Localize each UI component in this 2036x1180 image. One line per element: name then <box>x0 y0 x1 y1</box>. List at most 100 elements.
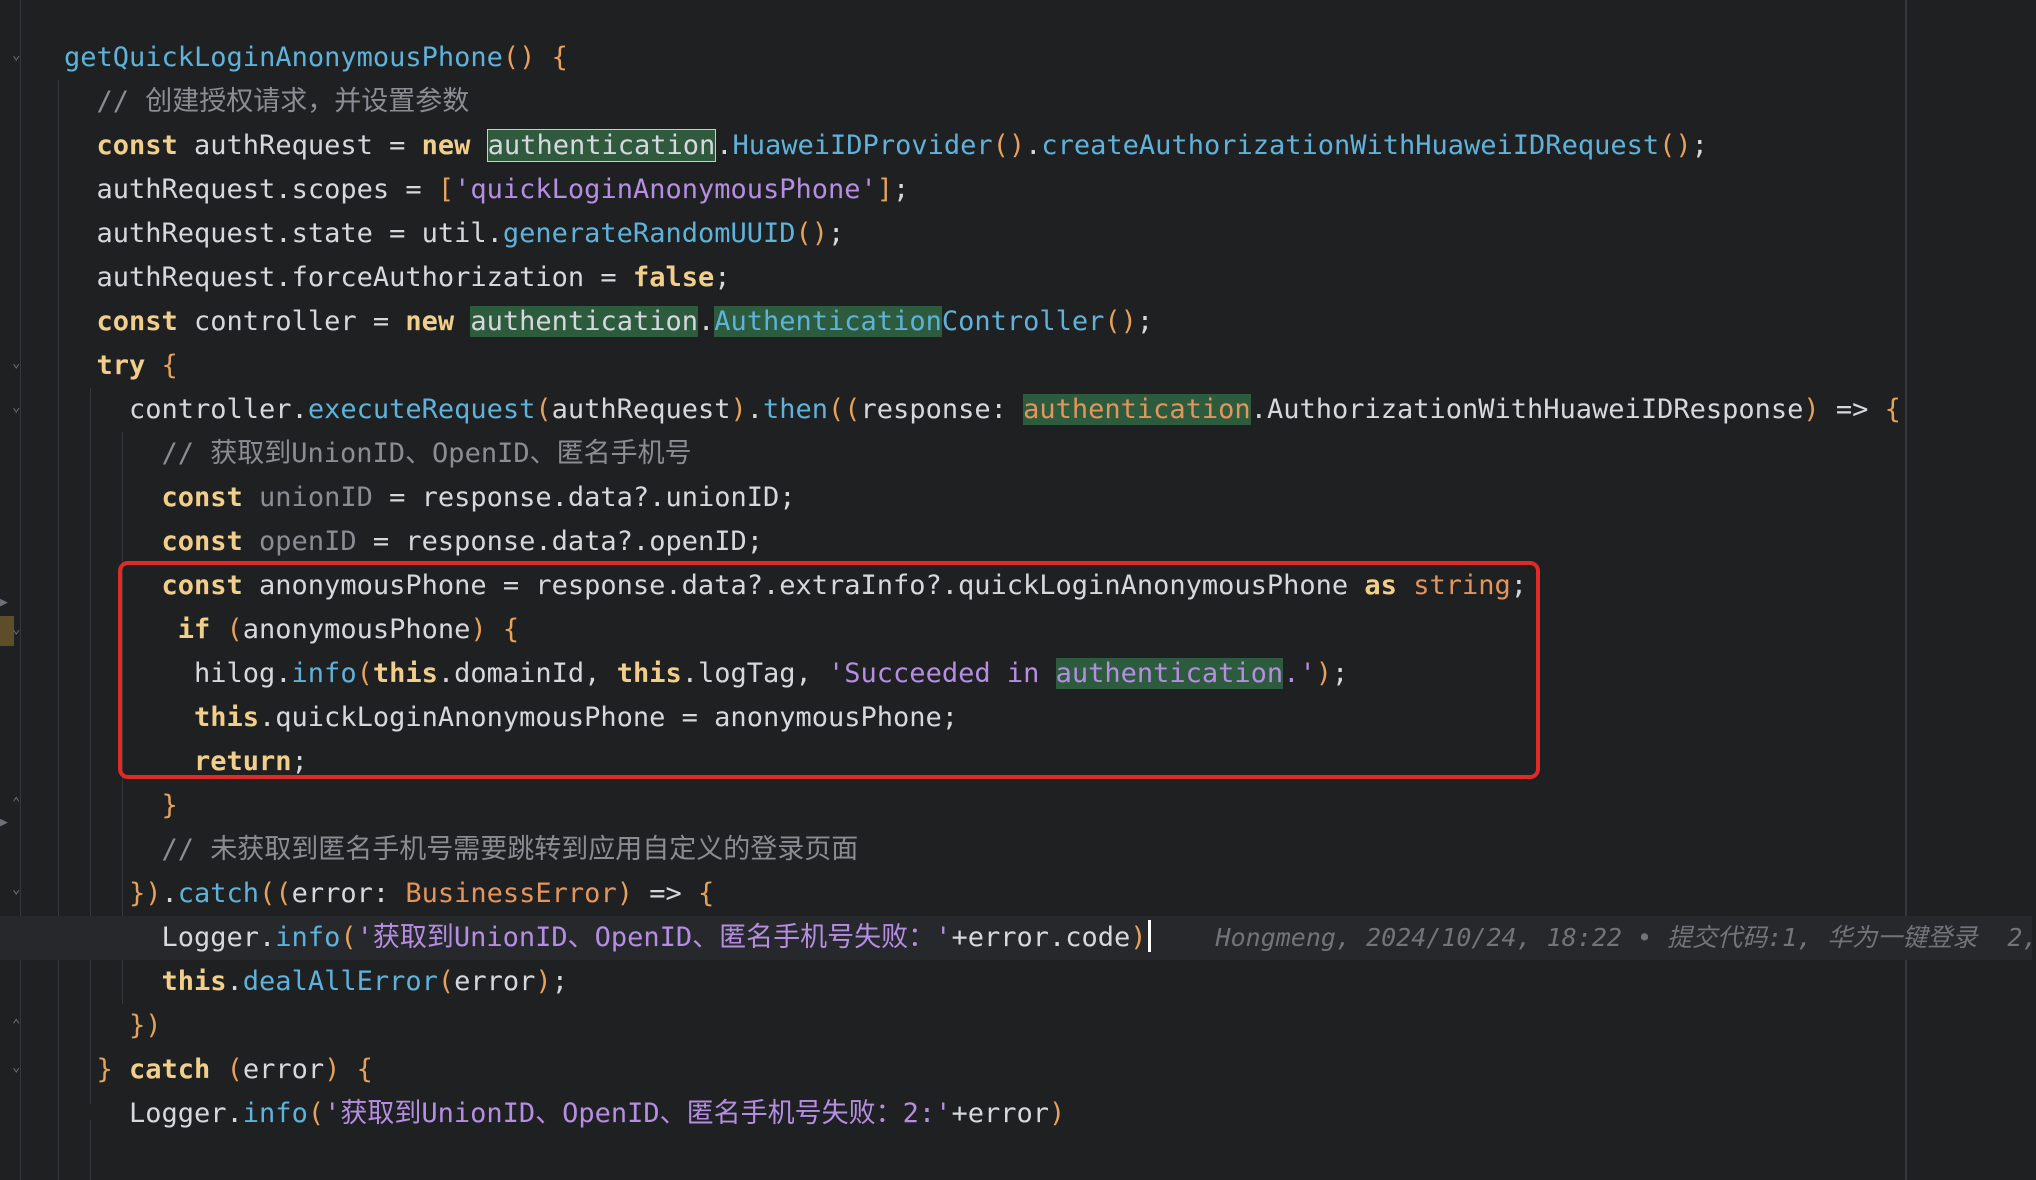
code-line[interactable]: const authRequest = new authentication.H… <box>64 124 1708 168</box>
code-line[interactable]: authRequest.scopes = ['quickLoginAnonymo… <box>64 168 910 212</box>
code-line[interactable]: // 获取到UnionID、OpenID、匿名手机号 <box>64 432 692 476</box>
code-editor[interactable]: ⌄ ⌄ ⌄ ▶ ⌄ ⌃ ▶ ⌄ ▶ ⌃ ⌄ getQuickLoginAnony… <box>0 0 2036 1180</box>
code-token: ) <box>1130 922 1147 953</box>
code-token: ; <box>893 174 910 205</box>
code-token: authentication <box>1023 394 1251 425</box>
code-token: () <box>795 218 829 249</box>
fold-icon[interactable]: ⌄ <box>12 398 28 416</box>
code-line[interactable]: getQuickLoginAnonymousPhone() { <box>64 36 568 80</box>
code-line[interactable]: authRequest.state = util.generateRandomU… <box>64 212 845 256</box>
code-line[interactable]: // 未获取到匿名手机号需要跳转到应用自定义的登录页面 <box>64 828 859 872</box>
code-token: // 创建授权请求，并设置参数 <box>96 86 470 117</box>
code-token: ) <box>535 966 552 997</box>
code-token: ) <box>730 394 747 425</box>
code-token: Authentication <box>714 306 942 337</box>
code-line[interactable]: }).catch((error: BusinessError) => { <box>64 872 714 916</box>
code-token: error <box>454 966 536 997</box>
code-token: ; <box>1691 130 1708 161</box>
code-line[interactable]: const openID = response.data?.openID; <box>64 520 763 564</box>
code-token: . <box>716 130 733 161</box>
code-token: '获取到UnionID、OpenID、匿名手机号失败：' <box>356 922 952 953</box>
code-line[interactable]: const controller = new authentication.Au… <box>64 300 1153 344</box>
code-token: const <box>161 482 243 513</box>
code-token: HuaweiIDProvider <box>732 130 993 161</box>
code-token: authRequest.forceAuthorization = <box>96 262 633 293</box>
code-line[interactable]: const unionID = response.data?.unionID; <box>64 476 796 520</box>
code-token: authentication <box>470 306 698 337</box>
code-token: const <box>96 306 178 337</box>
code-token: new <box>421 130 471 161</box>
fold-icon[interactable]: ⌃ <box>12 794 28 812</box>
code-line[interactable]: authRequest.forceAuthorization = false; <box>64 256 731 300</box>
code-token: unionID <box>259 482 373 513</box>
code-line[interactable]: // 创建授权请求，并设置参数 <box>64 80 470 124</box>
code-token: (( <box>259 878 292 909</box>
fold-icon[interactable]: ⌄ <box>12 1058 28 1076</box>
code-token: ; <box>551 966 568 997</box>
editor-gutter[interactable] <box>0 0 36 1180</box>
code-token: ) <box>616 878 633 909</box>
code-token: authRequest.state = util. <box>96 218 503 249</box>
code-line[interactable]: Logger.info('获取到UnionID、OpenID、匿名手机号失败：'… <box>0 916 2036 960</box>
fold-icon[interactable]: ⌃ <box>12 1016 28 1034</box>
code-token: { <box>161 350 178 381</box>
code-line[interactable]: controller.executeRequest(authRequest).t… <box>64 388 1901 432</box>
fold-icon[interactable]: ⌄ <box>12 46 28 64</box>
code-line[interactable]: }) <box>64 1004 162 1048</box>
code-token: 'quickLoginAnonymousPhone' <box>454 174 877 205</box>
code-token: createAuthorizationWithHuaweiIDRequest <box>1041 130 1660 161</box>
code-token: authRequest <box>551 394 731 425</box>
code-token: BusinessError <box>405 878 617 909</box>
code-token: . <box>697 306 715 337</box>
code-token: () <box>1659 130 1692 161</box>
code-token: Logger. <box>161 922 276 953</box>
code-token: response: <box>860 394 1024 425</box>
code-token: ] <box>876 174 894 205</box>
code-token: ( <box>226 1054 243 1085</box>
code-token: authRequest = <box>177 130 422 161</box>
code-line[interactable]: Logger.info('获取到UnionID、OpenID、匿名手机号失败：2… <box>64 1092 1065 1136</box>
code-token: .AuthorizationWithHuaweiIDResponse <box>1250 394 1804 425</box>
code-token: authentication <box>486 129 717 162</box>
code-token: info <box>275 922 341 953</box>
code-line[interactable]: } catch (error) { <box>64 1048 373 1092</box>
code-token: // 未获取到匿名手机号需要跳转到应用自定义的登录页面 <box>161 834 859 865</box>
code-token: () <box>992 130 1026 161</box>
code-token: { <box>1884 394 1901 425</box>
code-token: = response.data?.openID; <box>356 526 763 557</box>
code-token: ) <box>1048 1098 1066 1129</box>
code-line[interactable]: this.dealAllError(error); <box>64 960 568 1004</box>
code-token: catch <box>129 1054 211 1085</box>
code-token: authRequest.scopes = <box>96 174 438 205</box>
fold-icon[interactable]: ⌄ <box>12 880 28 898</box>
code-token: . <box>226 966 243 997</box>
code-token: this <box>161 966 227 997</box>
code-token: { <box>356 1054 373 1085</box>
code-token: } <box>161 790 178 821</box>
run-arrow-icon[interactable]: ▶ <box>0 594 16 612</box>
code-token: catch <box>177 878 260 909</box>
code-token: const <box>96 130 178 161</box>
code-token: const <box>161 526 243 557</box>
code-token: = response.data?.unionID; <box>372 482 796 513</box>
code-token: ( <box>340 922 357 953</box>
indent-guide <box>58 80 59 1180</box>
fold-icon[interactable]: ⌄ <box>12 354 28 372</box>
highlight-annotation-box <box>118 561 1540 779</box>
code-token: => <box>1819 394 1885 425</box>
code-token: new <box>405 306 455 337</box>
gutter-divider <box>20 0 21 1180</box>
fold-icon[interactable]: ⌄ <box>12 620 28 638</box>
code-token: getQuickLoginAnonymousPhone <box>64 42 503 73</box>
code-line[interactable]: try { <box>64 344 178 388</box>
run-arrow-icon[interactable]: ▶ <box>0 814 16 832</box>
code-line[interactable]: } <box>64 784 178 828</box>
code-token: => <box>632 878 698 909</box>
code-token: false <box>632 262 715 293</box>
